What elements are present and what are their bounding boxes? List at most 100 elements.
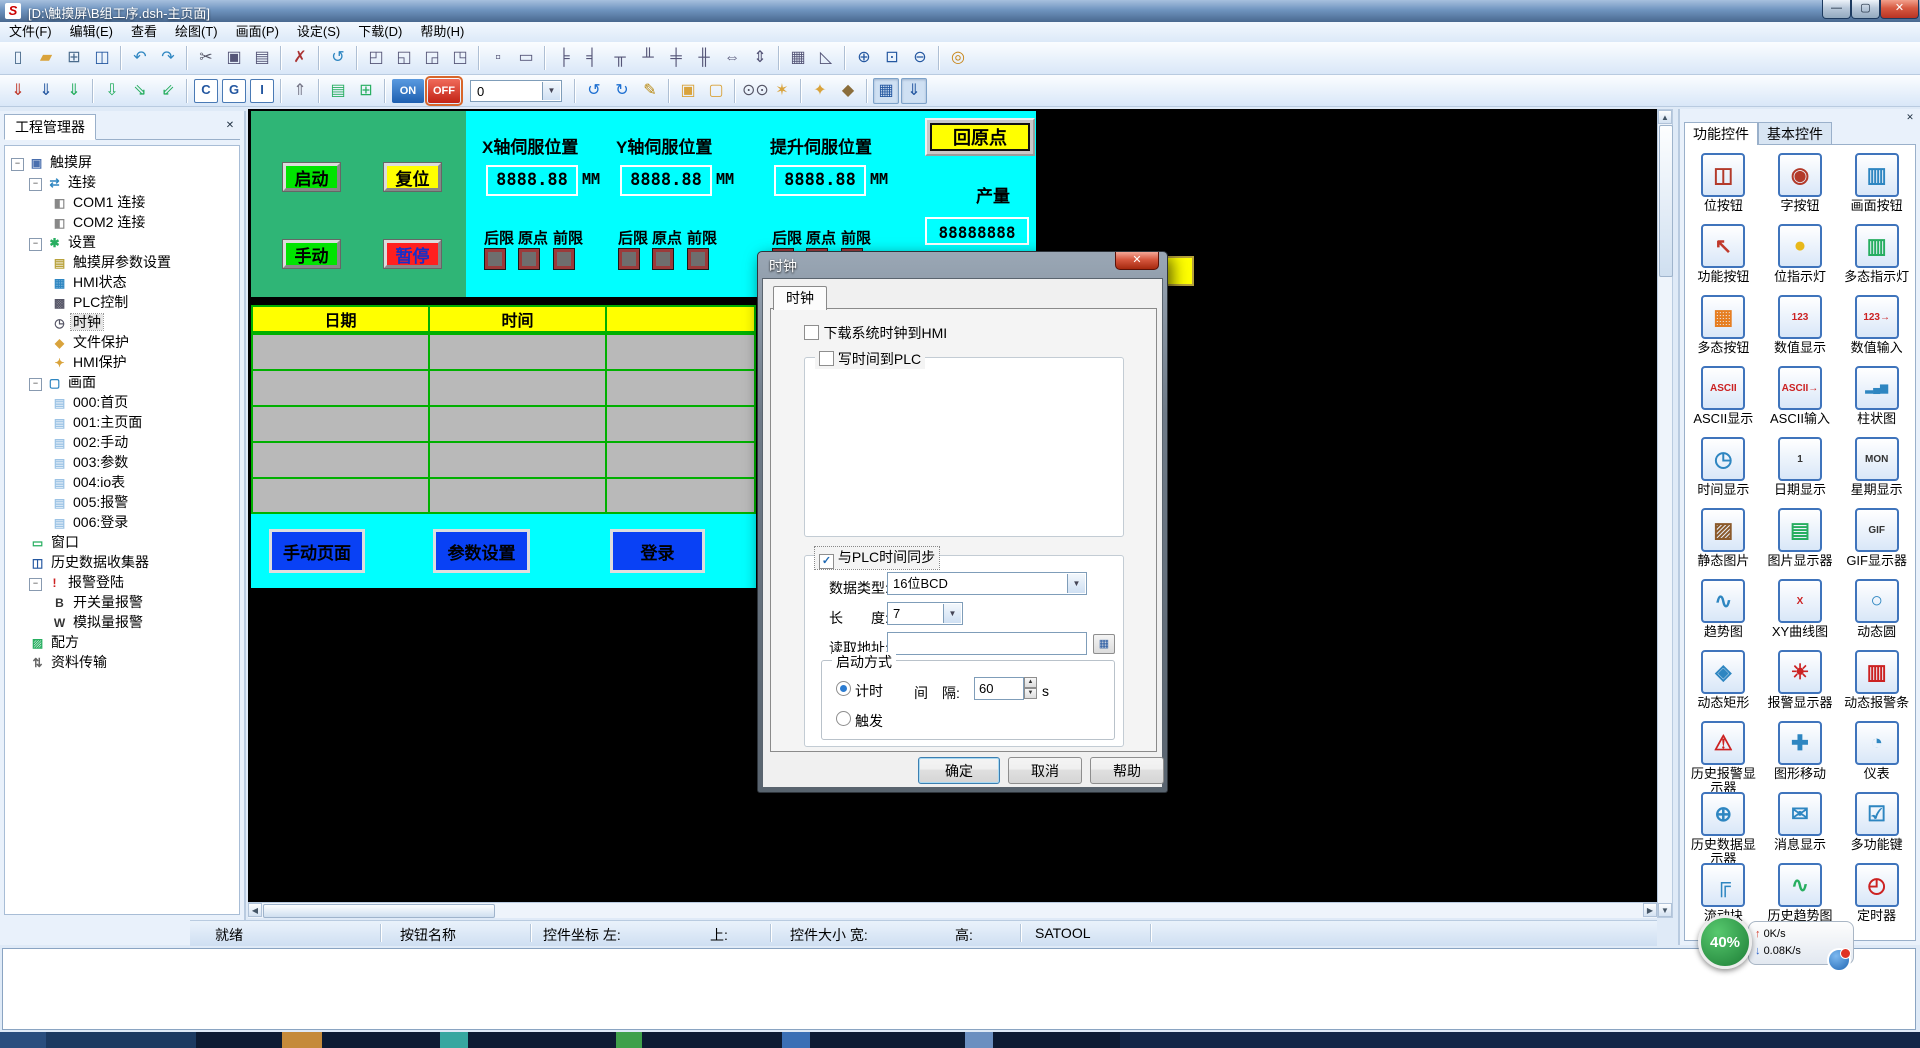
same-width-button[interactable]: ⇔	[719, 45, 745, 71]
timer-radio[interactable]	[836, 681, 851, 696]
zoom-window-button[interactable]: ⊡	[879, 45, 905, 71]
tree-item-label[interactable]: HMI保护	[71, 354, 129, 370]
taskbar-segment-0[interactable]	[0, 1032, 46, 1048]
tree-item-label[interactable]: 开关量报警	[71, 594, 145, 610]
taskbar-segment-7[interactable]	[1120, 1032, 1920, 1048]
unlock-button[interactable]: ▢	[703, 78, 729, 104]
taskbar-segment-4[interactable]	[616, 1032, 642, 1048]
palette-control-7[interactable]: 123数值显示	[1762, 295, 1839, 366]
tree-item-label[interactable]: PLC控制	[71, 294, 130, 310]
limit-indicator-lamp[interactable]	[554, 249, 574, 269]
compile-download-button[interactable]: ⇩	[99, 78, 125, 104]
production-value-display[interactable]: 88888888	[925, 217, 1029, 245]
limit-indicator-lamp[interactable]	[485, 249, 505, 269]
taskbar-segment-3[interactable]	[440, 1032, 468, 1048]
cancel-button[interactable]: 取消	[1008, 757, 1082, 784]
nav-login-button[interactable]: 登录	[610, 529, 705, 573]
windows-taskbar[interactable]	[0, 1032, 1920, 1048]
tree-expander-icon[interactable]: −	[29, 378, 42, 391]
menu-item-1[interactable]: 编辑(E)	[61, 22, 122, 42]
palette-control-14[interactable]: MON星期显示	[1838, 437, 1915, 508]
tree-item-label[interactable]: 触摸屏参数设置	[71, 254, 173, 270]
canvas-horizontal-scrollbar[interactable]: ◀ ▶	[248, 902, 1657, 918]
hmi-manual-button[interactable]: 手动	[283, 240, 340, 268]
menu-item-5[interactable]: 设定(S)	[288, 22, 349, 42]
next-page-button[interactable]: ↻	[609, 78, 635, 104]
write-time-checkbox[interactable]	[819, 351, 834, 366]
picture-add-button[interactable]: ⊞	[353, 78, 379, 104]
net-speed-ball[interactable]: 40%	[1698, 915, 1752, 969]
axis-value-display[interactable]: 8888.88	[620, 165, 712, 196]
spinner-up-icon[interactable]: ▲	[1024, 677, 1037, 688]
palette-control-13[interactable]: 1日期显示	[1762, 437, 1839, 508]
scrollbar-thumb[interactable]	[263, 904, 495, 918]
copy-screen-button[interactable]: C	[194, 79, 218, 103]
tree-item-label[interactable]: 画面	[66, 374, 98, 390]
download-usb-button[interactable]: ⇓	[5, 78, 31, 104]
select-button[interactable]: ▫	[485, 45, 511, 71]
notification-ball-icon[interactable]	[1827, 948, 1851, 972]
tree-item-label[interactable]: 配方	[49, 634, 81, 650]
download-clock-checkbox[interactable]	[804, 325, 819, 340]
hmi-reset-button[interactable]: 复位	[384, 163, 441, 191]
tree-item-label[interactable]: 时钟	[71, 314, 103, 330]
scroll-right-icon[interactable]: ▶	[1643, 903, 1657, 917]
interval-spinner[interactable]: ▲ ▼	[1024, 677, 1037, 700]
chevron-down-icon[interactable]: ▼	[943, 604, 961, 623]
axis-value-display[interactable]: 8888.88	[486, 165, 578, 196]
tree-item-label[interactable]: 窗口	[49, 534, 81, 550]
menu-item-6[interactable]: 下载(D)	[349, 22, 411, 42]
menu-item-3[interactable]: 绘图(T)	[166, 22, 227, 42]
align-bottom-button[interactable]: ╨	[635, 45, 661, 71]
hmi-nav-strip[interactable]: 手动页面 参数设置 登录	[251, 514, 756, 588]
scroll-down-icon[interactable]: ▼	[1658, 903, 1672, 917]
align-center-h-button[interactable]: ╪	[663, 45, 689, 71]
limit-indicator-lamp[interactable]	[519, 249, 539, 269]
menu-item-0[interactable]: 文件(F)	[0, 22, 61, 42]
align-top-button[interactable]: ╥	[607, 45, 633, 71]
palette-control-11[interactable]: ▂▄▆柱状图	[1838, 366, 1915, 437]
axis-value-display[interactable]: 8888.88	[774, 165, 866, 196]
palette-control-19[interactable]: XXY曲线图	[1762, 579, 1839, 650]
move-down-button[interactable]: ◳	[447, 45, 473, 71]
palette-control-20[interactable]: ○动态圆	[1838, 579, 1915, 650]
send-back-button[interactable]: ◱	[391, 45, 417, 71]
tree-item-label[interactable]: 004:io表	[71, 474, 127, 490]
palette-control-23[interactable]: ▥动态报警条	[1838, 650, 1915, 721]
prev-page-button[interactable]: ↺	[581, 78, 607, 104]
spinner-down-icon[interactable]: ▼	[1024, 688, 1037, 699]
address-keypad-button[interactable]: ▦	[1093, 634, 1115, 654]
undo-button[interactable]: ↶	[127, 45, 153, 71]
palette-control-12[interactable]: ◷时间显示	[1685, 437, 1762, 508]
tab-function-controls[interactable]: 功能控件	[1684, 122, 1758, 145]
tree-expander-icon[interactable]: −	[29, 578, 42, 591]
plc-sync-checkbox[interactable]: ✓	[819, 554, 834, 569]
taskbar-segment-5[interactable]	[782, 1032, 810, 1048]
scrollbar-thumb[interactable]	[1659, 125, 1673, 277]
net-speed-pill[interactable]: ↑ 0K/s ↓ 0.08K/s	[1748, 921, 1854, 965]
align-center-v-button[interactable]: ╫	[691, 45, 717, 71]
align-left-button[interactable]: ╞	[551, 45, 577, 71]
move-up-button[interactable]: ◲	[419, 45, 445, 71]
tree-expander-icon[interactable]: −	[11, 158, 24, 171]
tree-item-label[interactable]: 文件保护	[71, 334, 131, 350]
picture-library-button[interactable]: ▤	[325, 78, 351, 104]
palette-control-18[interactable]: ∿趋势图	[1685, 579, 1762, 650]
palette-control-16[interactable]: ▤图片显示器	[1762, 508, 1839, 579]
system-key-button[interactable]: ✦	[807, 78, 833, 104]
view-download-button[interactable]: ⇓	[901, 78, 927, 104]
insert-screen-button[interactable]: I	[250, 79, 274, 103]
goto-screen-button[interactable]: G	[222, 79, 246, 103]
maximize-button[interactable]: ▢	[1851, 0, 1880, 19]
tree-item-label[interactable]: 001:主页面	[71, 414, 144, 430]
palette-control-21[interactable]: ◈动态矩形	[1685, 650, 1762, 721]
tree-item-label[interactable]: 设置	[66, 234, 98, 250]
panel-close-icon[interactable]: ✕	[222, 118, 238, 134]
upload-button[interactable]: ⇑	[287, 78, 313, 104]
palette-control-3[interactable]: ↖功能按钮	[1685, 224, 1762, 295]
lock-button[interactable]: ▣	[675, 78, 701, 104]
simulator-button[interactable]: ◆	[835, 78, 861, 104]
limit-indicator-lamp[interactable]	[653, 249, 673, 269]
download-serial-button[interactable]: ⇓	[33, 78, 59, 104]
tree-item-label[interactable]: 003:参数	[71, 454, 130, 470]
